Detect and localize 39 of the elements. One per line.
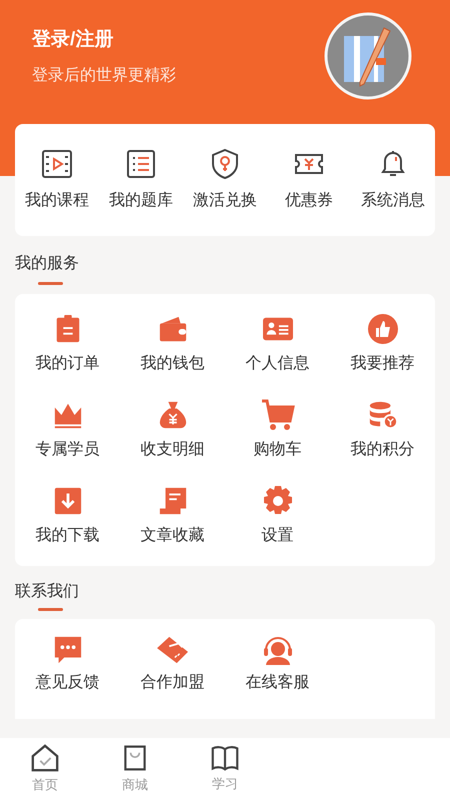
contact-link[interactable]: 意见反馈: [36, 671, 100, 695]
service-link[interactable]: 专属学员: [36, 438, 100, 462]
headset-icon: [262, 634, 294, 666]
shortcut-link[interactable]: 激活兑换: [193, 189, 257, 213]
service-link[interactable]: 我要推荐: [350, 352, 414, 376]
service-link[interactable]: 收支明细: [140, 438, 204, 462]
contact-link[interactable]: 合作加盟: [140, 671, 204, 695]
list-icon: [125, 148, 157, 180]
subtitle: 登录后的世界更精彩: [32, 66, 176, 86]
shield-icon: [209, 148, 241, 180]
download-icon: [52, 486, 82, 516]
contact-link[interactable]: 在线客服: [246, 671, 310, 695]
avatar-icon[interactable]: [324, 12, 412, 100]
chat-icon: [52, 635, 82, 665]
cart-icon: [260, 399, 294, 431]
money-bag-icon: [158, 399, 188, 431]
handshake-icon: [154, 635, 190, 665]
shortcut-link[interactable]: 我的课程: [25, 189, 89, 213]
service-link[interactable]: 我的下载: [36, 524, 100, 548]
shortcut-link[interactable]: 系统消息: [361, 189, 425, 213]
title-underline: [38, 282, 63, 285]
service-link[interactable]: 文章收藏: [140, 524, 204, 548]
shortcut-link[interactable]: 我的题库: [109, 189, 173, 213]
settings-icon: [262, 485, 294, 517]
play-list-icon: [41, 148, 73, 180]
thumbs-up-icon: [366, 313, 398, 345]
section-title: 我的服务: [15, 254, 80, 274]
service-link[interactable]: 我的订单: [36, 352, 100, 376]
title-underline: [38, 608, 63, 611]
section-title: 联系我们: [15, 582, 80, 602]
scroll-icon: [158, 485, 188, 517]
home-icon: [30, 743, 60, 774]
service-link[interactable]: 我的积分: [350, 438, 414, 462]
service-link[interactable]: 个人信息: [246, 352, 310, 376]
shortcut-link[interactable]: 优惠券: [285, 189, 333, 213]
service-link[interactable]: 设置: [262, 524, 294, 548]
service-link[interactable]: 购物车: [254, 438, 302, 462]
book-icon: [210, 744, 240, 772]
service-link[interactable]: 我的钱包: [140, 352, 204, 376]
